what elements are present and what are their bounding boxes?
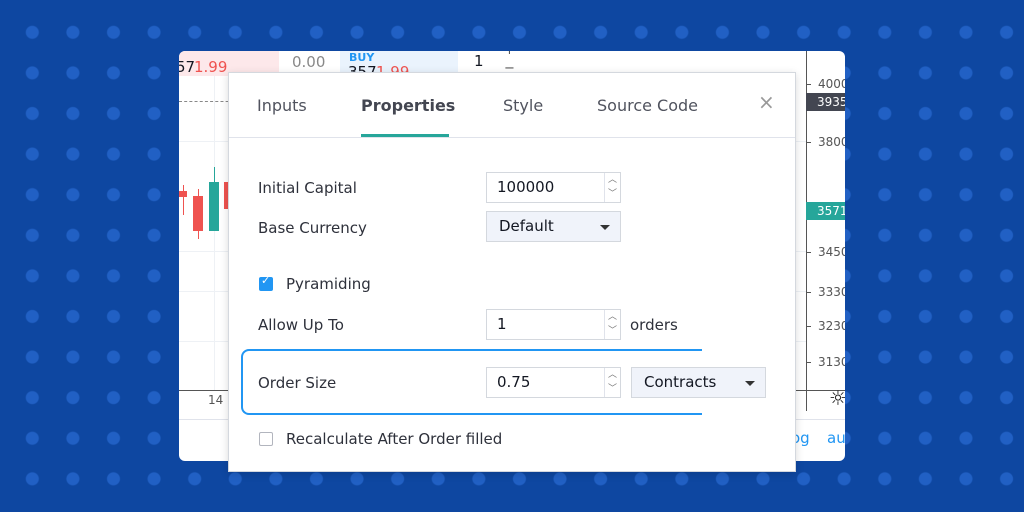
price-label: 4000 bbox=[818, 77, 845, 91]
caret-down-icon bbox=[600, 225, 610, 230]
pyramiding-checkbox[interactable]: ✓ bbox=[259, 274, 273, 291]
spread: 0.00 bbox=[292, 53, 326, 71]
price-marker: 3935 bbox=[806, 93, 845, 111]
tab-inputs[interactable]: Inputs bbox=[257, 96, 307, 115]
base-currency-value: Default bbox=[499, 217, 554, 235]
candle bbox=[209, 182, 219, 231]
caret-down-icon bbox=[745, 381, 755, 386]
initial-capital-label: Initial Capital bbox=[258, 179, 357, 197]
order-size-unit-select[interactable]: Contracts bbox=[631, 367, 766, 398]
time-label: 14 bbox=[208, 393, 224, 407]
settings-gear-icon[interactable]: ☼ bbox=[829, 386, 845, 410]
spinner[interactable]: ︿ ﹀ bbox=[604, 173, 620, 202]
allow-up-to-input[interactable]: 1 ︿ ﹀ bbox=[486, 309, 621, 340]
strategy-properties-dialog: Inputs Properties Style Source Code × In… bbox=[228, 72, 796, 472]
recalculate-checkbox[interactable] bbox=[259, 432, 273, 446]
allow-up-to-value: 1 bbox=[497, 315, 507, 333]
allow-up-to-label: Allow Up To bbox=[258, 316, 344, 334]
price-label: 3130 bbox=[818, 355, 845, 369]
initial-capital-value: 100000 bbox=[497, 178, 555, 196]
orders-suffix: orders bbox=[630, 316, 678, 334]
sell-price-fraction: 1.99 bbox=[194, 58, 228, 76]
last-price-badge: 3571 bbox=[806, 202, 845, 220]
sell-price: 57 bbox=[179, 58, 196, 76]
price-label: 3450 bbox=[818, 245, 845, 259]
check-icon: ✓ bbox=[261, 274, 271, 287]
initial-capital-input[interactable]: 100000 ︿ ﹀ bbox=[486, 172, 621, 203]
base-currency-select[interactable]: Default bbox=[486, 211, 621, 242]
auto-scale-link[interactable]: au bbox=[827, 429, 845, 447]
order-size-value: 0.75 bbox=[497, 373, 531, 391]
order-size-input[interactable]: 0.75 ︿ ﹀ bbox=[486, 367, 621, 398]
pyramiding-label: Pyramiding bbox=[286, 275, 371, 293]
candle bbox=[193, 196, 203, 231]
candle-wick bbox=[183, 185, 184, 215]
divider bbox=[229, 137, 795, 138]
order-size-unit-value: Contracts bbox=[644, 373, 717, 391]
tab-style[interactable]: Style bbox=[503, 96, 543, 115]
tab-properties[interactable]: Properties bbox=[361, 96, 455, 115]
recalculate-label: Recalculate After Order filled bbox=[286, 430, 503, 448]
tab-source-code[interactable]: Source Code bbox=[597, 96, 698, 115]
price-label: 3230 bbox=[818, 319, 845, 333]
price-label: 3330 bbox=[818, 285, 845, 299]
spinner[interactable]: ︿ ﹀ bbox=[604, 368, 620, 397]
price-label: 3800 bbox=[818, 135, 845, 149]
base-currency-label: Base Currency bbox=[258, 219, 367, 237]
plus-button[interactable]: + bbox=[504, 51, 515, 58]
candle bbox=[179, 191, 187, 197]
quantity[interactable]: 1 bbox=[474, 52, 484, 70]
order-size-label: Order Size bbox=[258, 374, 337, 392]
close-icon[interactable]: × bbox=[758, 90, 775, 114]
spinner[interactable]: ︿ ﹀ bbox=[604, 310, 620, 339]
